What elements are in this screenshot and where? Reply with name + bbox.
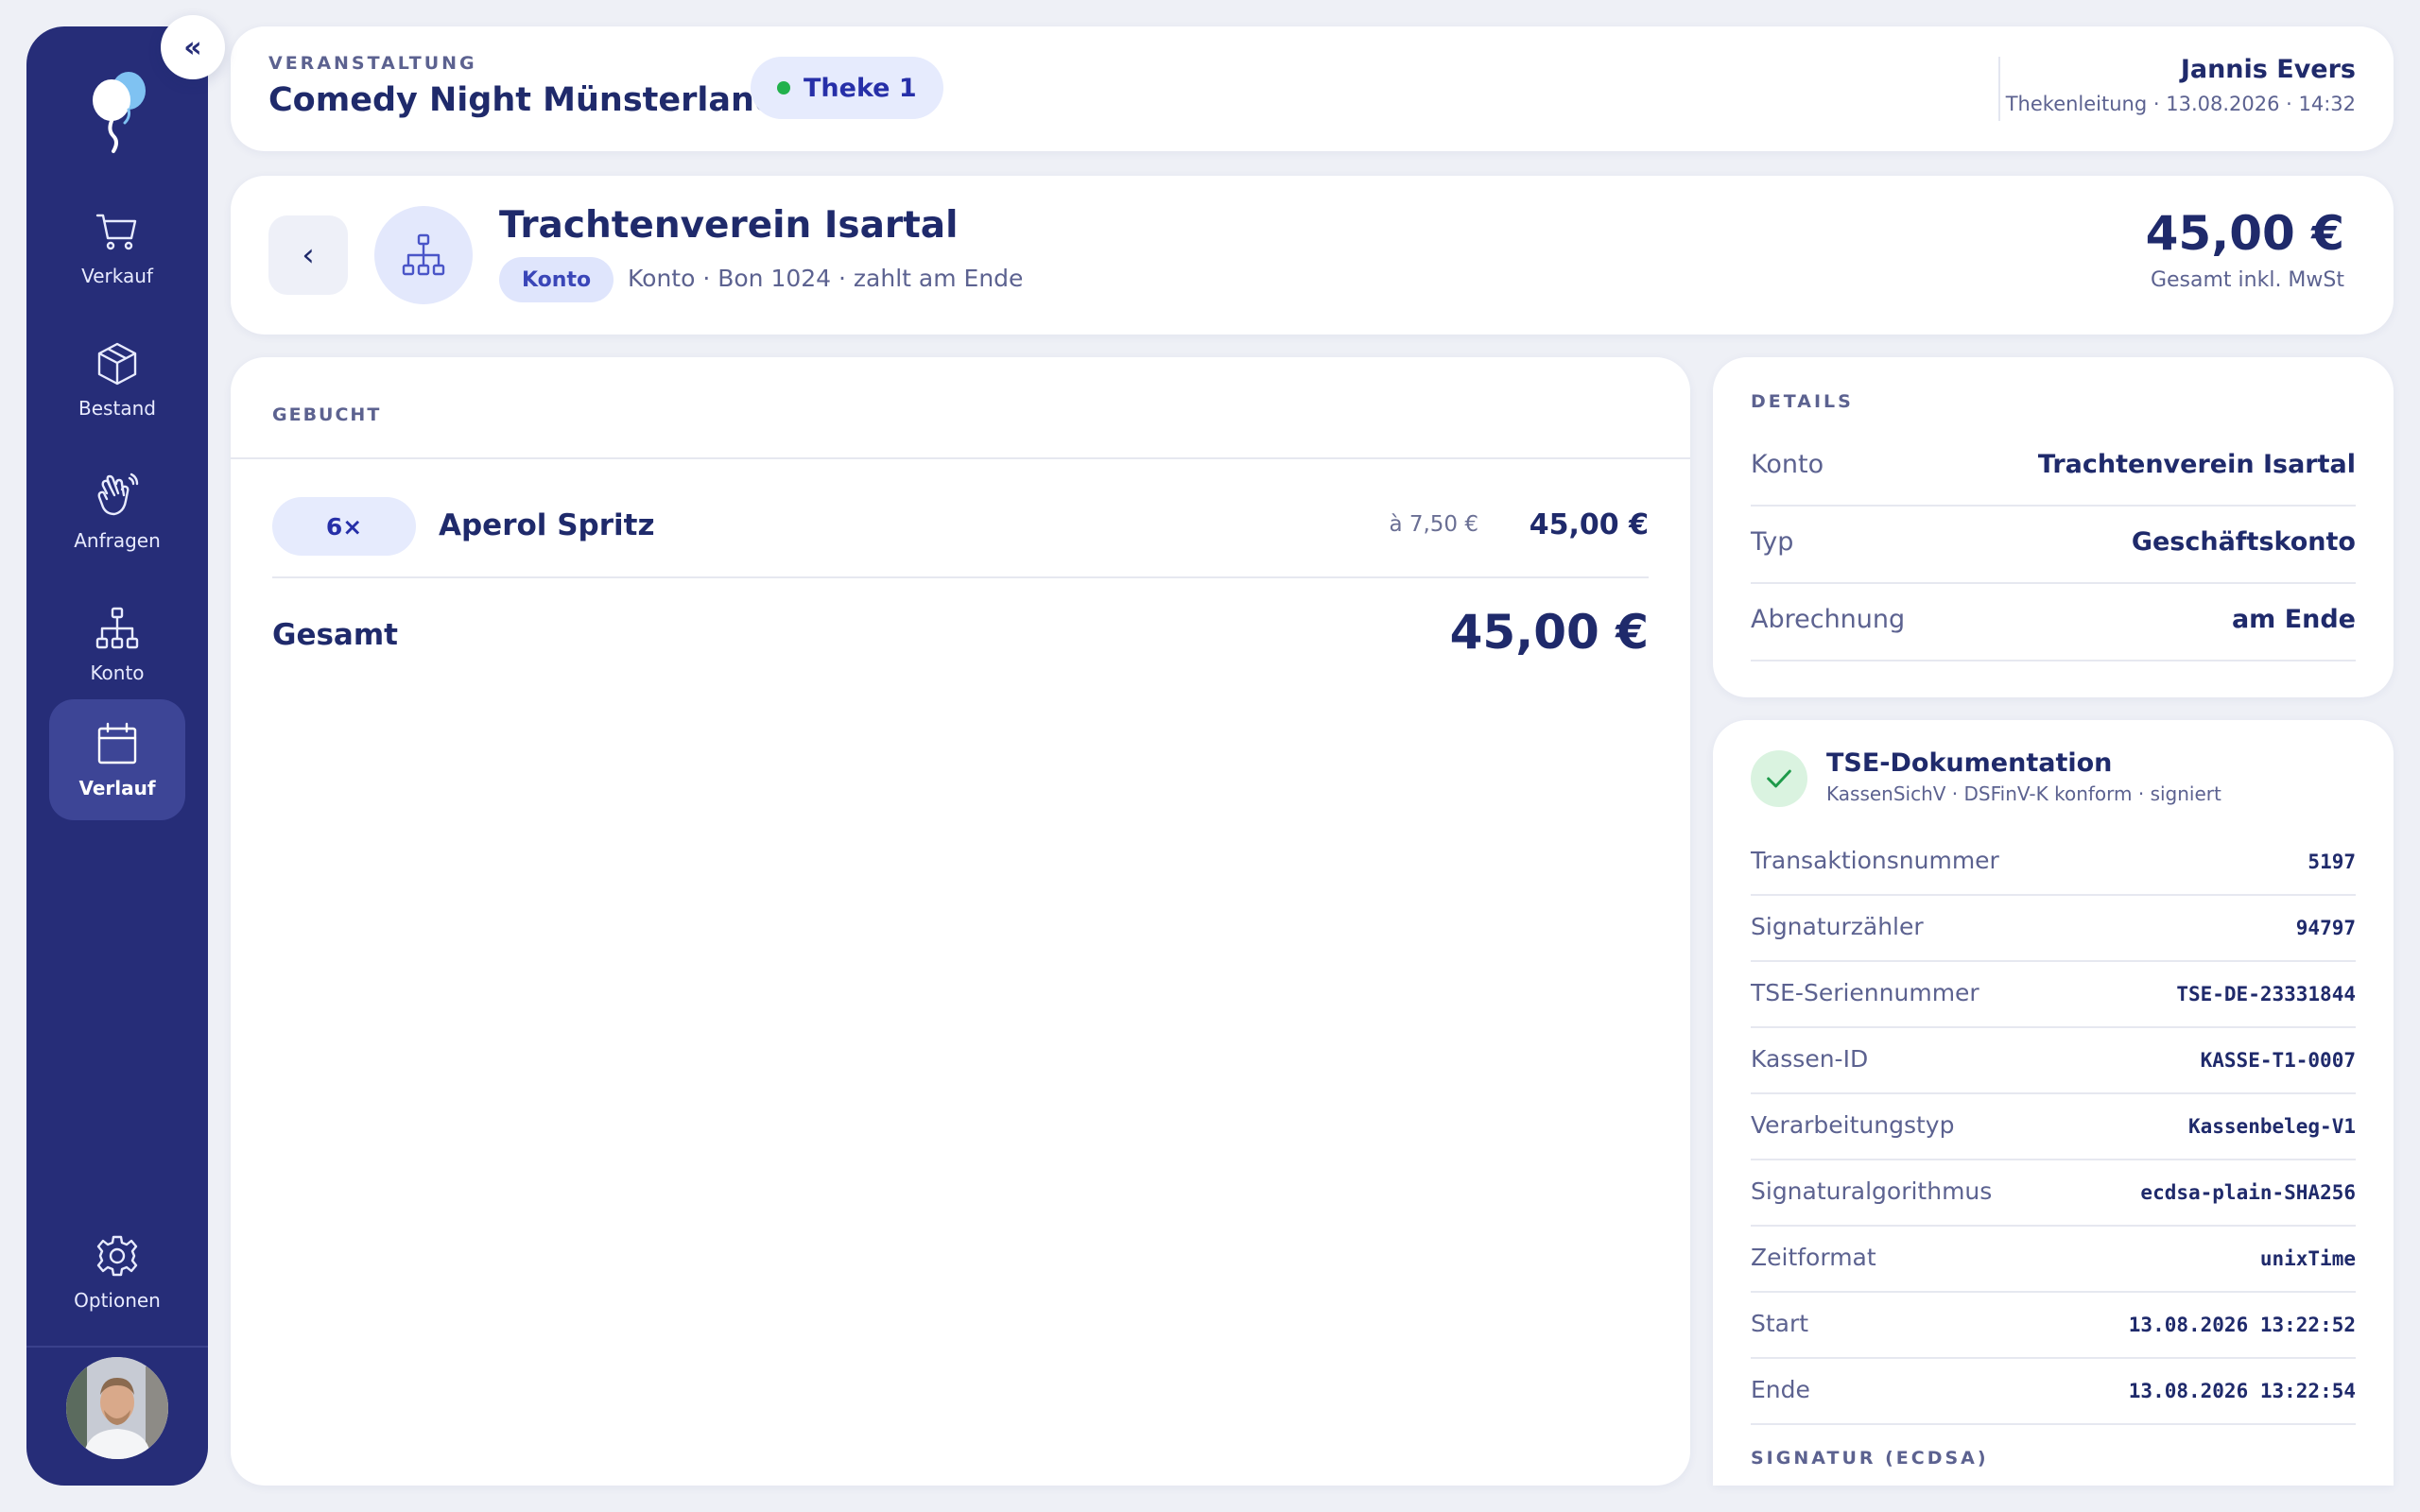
divider bbox=[231, 457, 1690, 459]
tse-key: Signaturalgorithmus bbox=[1751, 1177, 1993, 1205]
event-header: VERANSTALTUNG Comedy Night Münsterland T… bbox=[231, 26, 2394, 151]
sidebar-divider bbox=[26, 1346, 208, 1348]
check-icon bbox=[1751, 750, 1807, 807]
tse-row: Ende 13.08.2026 13:22:54 bbox=[1751, 1359, 2356, 1425]
user-meta: Thekenleitung · 13.08.2026 · 14:32 bbox=[2005, 93, 2356, 115]
tse-key: TSE-Seriennummer bbox=[1751, 979, 1979, 1006]
sidebar: Verkauf Bestand Anfragen Konto Verlauf O… bbox=[26, 26, 208, 1486]
tse-row: Signaturzähler 94797 bbox=[1751, 896, 2356, 962]
status-dot-icon bbox=[777, 81, 790, 94]
nav-label: Anfragen bbox=[74, 529, 161, 552]
network-icon bbox=[95, 607, 139, 649]
tse-value: Kassenbeleg-V1 bbox=[2187, 1115, 2356, 1138]
balloon-logo-icon bbox=[81, 64, 157, 159]
collapse-sidebar-button[interactable]: « bbox=[161, 15, 225, 79]
nav-item-bestand[interactable]: Bestand bbox=[49, 319, 185, 440]
booked-caption: GEBUCHT bbox=[272, 404, 382, 425]
tse-key: Transaktionsnummer bbox=[1751, 847, 1999, 874]
nav-label: Bestand bbox=[78, 397, 156, 420]
hand-wave-icon bbox=[97, 472, 139, 516]
customer-total-label: Gesamt inkl. MwSt bbox=[2150, 268, 2344, 292]
nav-item-konto[interactable]: Konto bbox=[49, 584, 185, 705]
tse-value: unixTime bbox=[2259, 1247, 2356, 1270]
nav-item-verlauf[interactable]: Verlauf bbox=[49, 699, 185, 820]
detail-row: Abrechnung am Ende bbox=[1751, 584, 2356, 662]
nav-label: Optionen bbox=[74, 1289, 161, 1312]
item-name: Aperol Spritz bbox=[439, 508, 655, 542]
tse-key: Signaturzähler bbox=[1751, 913, 1924, 940]
tse-row: Transaktionsnummer 5197 bbox=[1751, 830, 2356, 896]
quantity-badge: 6× bbox=[272, 497, 416, 556]
booked-panel: GEBUCHT 6× Aperol Spritz à 7,50 € 45,00 … bbox=[231, 357, 1690, 1486]
tse-row: Kassen-ID KASSE-T1-0007 bbox=[1751, 1028, 2356, 1094]
tse-panel: TSE-Dokumentation KassenSichV · DSFinV-K… bbox=[1713, 720, 2394, 1486]
tse-key: Kassen-ID bbox=[1751, 1045, 1869, 1073]
network-icon bbox=[402, 233, 445, 276]
cart-icon bbox=[95, 214, 137, 250]
event-title: Comedy Night Münsterland bbox=[268, 81, 778, 119]
box-icon bbox=[97, 342, 137, 386]
customer-name: Trachtenverein Isartal bbox=[499, 204, 959, 247]
tse-row: Zeitformat unixTime bbox=[1751, 1227, 2356, 1293]
gear-icon bbox=[96, 1235, 138, 1277]
tse-row: Signaturalgorithmus ecdsa-plain-SHA256 bbox=[1751, 1160, 2356, 1227]
tse-row: TSE-Seriennummer TSE-DE-23331844 bbox=[1751, 962, 2356, 1028]
detail-row: Typ Geschäftskonto bbox=[1751, 507, 2356, 584]
tse-key: Start bbox=[1751, 1310, 1809, 1337]
back-button[interactable]: ‹ bbox=[268, 215, 348, 295]
detail-key: Typ bbox=[1751, 527, 1794, 557]
sum-value: 45,00 € bbox=[1449, 605, 1649, 660]
nav-label: Verlauf bbox=[78, 777, 156, 799]
tse-key: Zeitformat bbox=[1751, 1244, 1876, 1271]
tse-value: ecdsa-plain-SHA256 bbox=[2140, 1181, 2356, 1204]
divider bbox=[272, 576, 1649, 578]
tse-value: TSE-DE-23331844 bbox=[2176, 983, 2356, 1005]
detail-key: Konto bbox=[1751, 450, 1824, 479]
detail-value: Geschäftskonto bbox=[2131, 527, 2356, 557]
counter-badge[interactable]: Theke 1 bbox=[751, 57, 943, 119]
event-caption: VERANSTALTUNG bbox=[268, 53, 477, 74]
tse-value: 94797 bbox=[2295, 917, 2356, 939]
tse-key: Ende bbox=[1751, 1376, 1810, 1403]
tse-value: 5197 bbox=[2308, 850, 2356, 873]
detail-value: am Ende bbox=[2231, 605, 2356, 634]
tse-key: Verarbeitungstyp bbox=[1751, 1111, 1955, 1139]
detail-row: Konto Trachtenverein Isartal bbox=[1751, 429, 2356, 507]
tse-value: 13.08.2026 13:22:54 bbox=[2128, 1380, 2356, 1402]
counter-label: Theke 1 bbox=[804, 73, 917, 103]
list-item[interactable]: 6× Aperol Spritz à 7,50 € 45,00 € bbox=[272, 497, 1649, 556]
signature-caption: SIGNATUR (ECDSA) bbox=[1751, 1448, 1989, 1469]
customer-card: ‹ Trachtenverein Isartal Konto Konto · B… bbox=[231, 176, 2394, 335]
account-type-badge: Konto bbox=[499, 257, 614, 302]
customer-meta: Konto · Bon 1024 · zahlt am Ende bbox=[628, 265, 1024, 292]
user-name: Jannis Evers bbox=[2180, 55, 2356, 84]
divider bbox=[1998, 57, 2000, 121]
tse-row: Start 13.08.2026 13:22:52 bbox=[1751, 1293, 2356, 1359]
customer-total: 45,00 € bbox=[2145, 206, 2344, 261]
nav-item-optionen[interactable]: Optionen bbox=[49, 1211, 185, 1332]
details-caption: DETAILS bbox=[1751, 391, 1854, 412]
nav-label: Verkauf bbox=[81, 265, 153, 287]
details-panel: DETAILS Konto Trachtenverein Isartal Typ… bbox=[1713, 357, 2394, 697]
nav-item-anfragen[interactable]: Anfragen bbox=[49, 452, 185, 573]
avatar[interactable] bbox=[66, 1357, 168, 1459]
account-avatar bbox=[374, 206, 473, 304]
tse-title: TSE-Dokumentation bbox=[1826, 748, 2113, 778]
nav-label: Konto bbox=[90, 662, 145, 684]
calendar-icon bbox=[97, 722, 137, 765]
sum-label: Gesamt bbox=[272, 618, 398, 652]
tse-subtitle: KassenSichV · DSFinV-K konform · signier… bbox=[1826, 782, 2221, 805]
tse-value: 13.08.2026 13:22:52 bbox=[2128, 1314, 2356, 1336]
item-unit-price: à 7,50 € bbox=[1389, 512, 1478, 537]
item-total: 45,00 € bbox=[1529, 508, 1649, 541]
tse-value: KASSE-T1-0007 bbox=[2200, 1049, 2356, 1072]
tse-row: Verarbeitungstyp Kassenbeleg-V1 bbox=[1751, 1094, 2356, 1160]
detail-key: Abrechnung bbox=[1751, 605, 1906, 634]
nav-item-verkauf[interactable]: Verkauf bbox=[49, 187, 185, 308]
detail-value: Trachtenverein Isartal bbox=[2037, 450, 2356, 479]
